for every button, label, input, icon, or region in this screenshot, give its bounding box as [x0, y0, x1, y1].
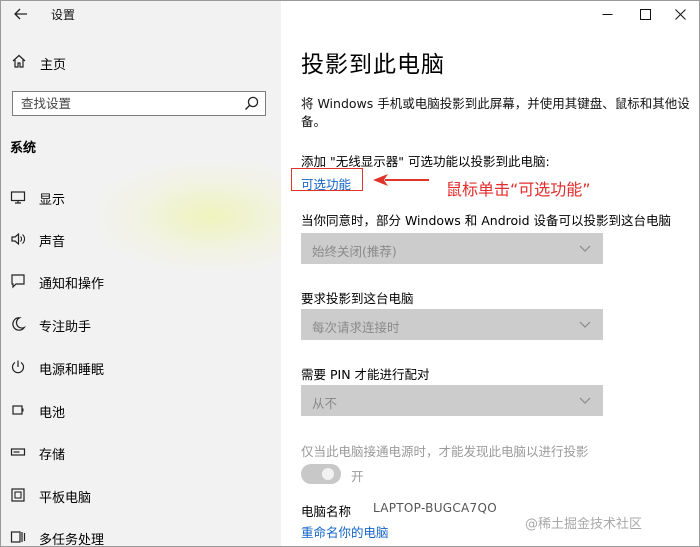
sidebar-item-label: 声音: [39, 235, 66, 250]
window-title: 设置: [51, 8, 76, 22]
sidebar-item-storage[interactable]: 存储: [1, 438, 281, 466]
sidebar-item-home[interactable]: 主页: [1, 49, 281, 75]
select-value: 始终关闭(推荐): [312, 244, 397, 259]
request-projection-label: 要求投影到这台电脑: [301, 291, 414, 306]
sidebar-item-label: 多任务处理: [39, 533, 105, 547]
chevron-down-icon: [579, 245, 591, 252]
sidebar-item-label: 存储: [39, 448, 66, 463]
select-value: 从不: [312, 396, 338, 411]
allow-projection-label: 当你同意时，部分 Windows 和 Android 设备可以投影到这台电脑: [301, 213, 672, 228]
cursor-highlight-glow: [96, 161, 281, 271]
watermark: @稀土掘金技术社区: [525, 517, 643, 532]
sidebar-item-tablet[interactable]: 平板电脑: [1, 481, 281, 509]
main-content: 投影到此电脑 将 Windows 手机或电脑投影到此屏幕，并使用其键盘、鼠标和其…: [281, 1, 699, 546]
pin-pairing-select[interactable]: 从不: [301, 385, 603, 416]
annotation-text: 鼠标单击“可选功能”: [446, 180, 591, 199]
sidebar-item-power-sleep[interactable]: 电源和睡眠: [1, 353, 281, 381]
sidebar-item-focus-assist[interactable]: 专注助手: [1, 310, 281, 338]
sidebar-item-notifications[interactable]: 通知和操作: [1, 267, 281, 295]
battery-icon: [12, 405, 24, 415]
search-icon[interactable]: [244, 96, 259, 111]
sidebar-item-label: 电池: [39, 406, 66, 421]
home-icon: [12, 54, 26, 68]
sidebar-item-multitasking[interactable]: 多任务处理: [1, 523, 281, 547]
tablet-icon: [11, 488, 25, 502]
sidebar-item-battery[interactable]: 电池: [1, 396, 281, 424]
power-icon: [11, 360, 25, 374]
pin-pairing-label: 需要 PIN 才能进行配对: [301, 367, 430, 382]
page-description: 将 Windows 手机或电脑投影到此屏幕，并使用其键盘、鼠标和其他设备。: [301, 96, 690, 129]
sidebar-item-label: 通知和操作: [39, 277, 105, 292]
sound-icon: [11, 232, 25, 246]
multitask-icon: [10, 531, 26, 543]
select-value: 每次请求连接时: [312, 320, 400, 335]
annotation-arrow-icon: [373, 174, 429, 186]
allow-projection-select[interactable]: 始终关闭(推荐): [301, 233, 603, 264]
search-input[interactable]: [13, 92, 238, 115]
back-arrow-icon[interactable]: [9, 3, 33, 25]
chevron-down-icon: [579, 397, 591, 404]
page-title: 投影到此电脑: [301, 52, 445, 78]
sidebar-item-label: 电源和睡眠: [39, 363, 105, 378]
storage-icon: [10, 448, 26, 456]
section-title-system: 系统: [10, 141, 37, 156]
title-bar: 设置: [1, 1, 281, 29]
request-projection-select[interactable]: 每次请求连接时: [301, 309, 603, 340]
sidebar-item-label: 显示: [39, 193, 66, 208]
pc-name-value: LAPTOP-BUGCA7QO: [373, 501, 497, 515]
sidebar-item-label: 主页: [40, 58, 67, 73]
sidebar-item-label: 平板电脑: [39, 491, 92, 506]
notification-icon: [11, 274, 25, 289]
power-discovery-toggle[interactable]: [301, 464, 341, 484]
display-icon: [10, 191, 26, 204]
pc-name-label: 电脑名称: [301, 504, 352, 519]
rename-pc-link[interactable]: 重命名你的电脑: [301, 522, 389, 541]
power-discovery-hint: 仅当此电脑接通电源时，才能发现此电脑以进行投影: [301, 444, 589, 459]
moon-icon: [12, 317, 26, 331]
toggle-state-label: 开: [351, 469, 364, 484]
settings-window: 设置 主页 系统 显示 声音 通知和操作 专注助手 电源和睡: [0, 0, 700, 547]
sidebar-item-display[interactable]: 显示: [1, 183, 281, 211]
optional-features-link[interactable]: 可选功能: [301, 174, 351, 193]
sidebar-item-label: 专注助手: [39, 320, 92, 335]
chevron-down-icon: [579, 321, 591, 328]
sidebar: 设置 主页 系统 显示 声音 通知和操作 专注助手 电源和睡: [1, 1, 281, 547]
search-box[interactable]: [12, 91, 266, 116]
toggle-knob: [322, 468, 334, 480]
sidebar-item-sound[interactable]: 声音: [1, 225, 281, 253]
